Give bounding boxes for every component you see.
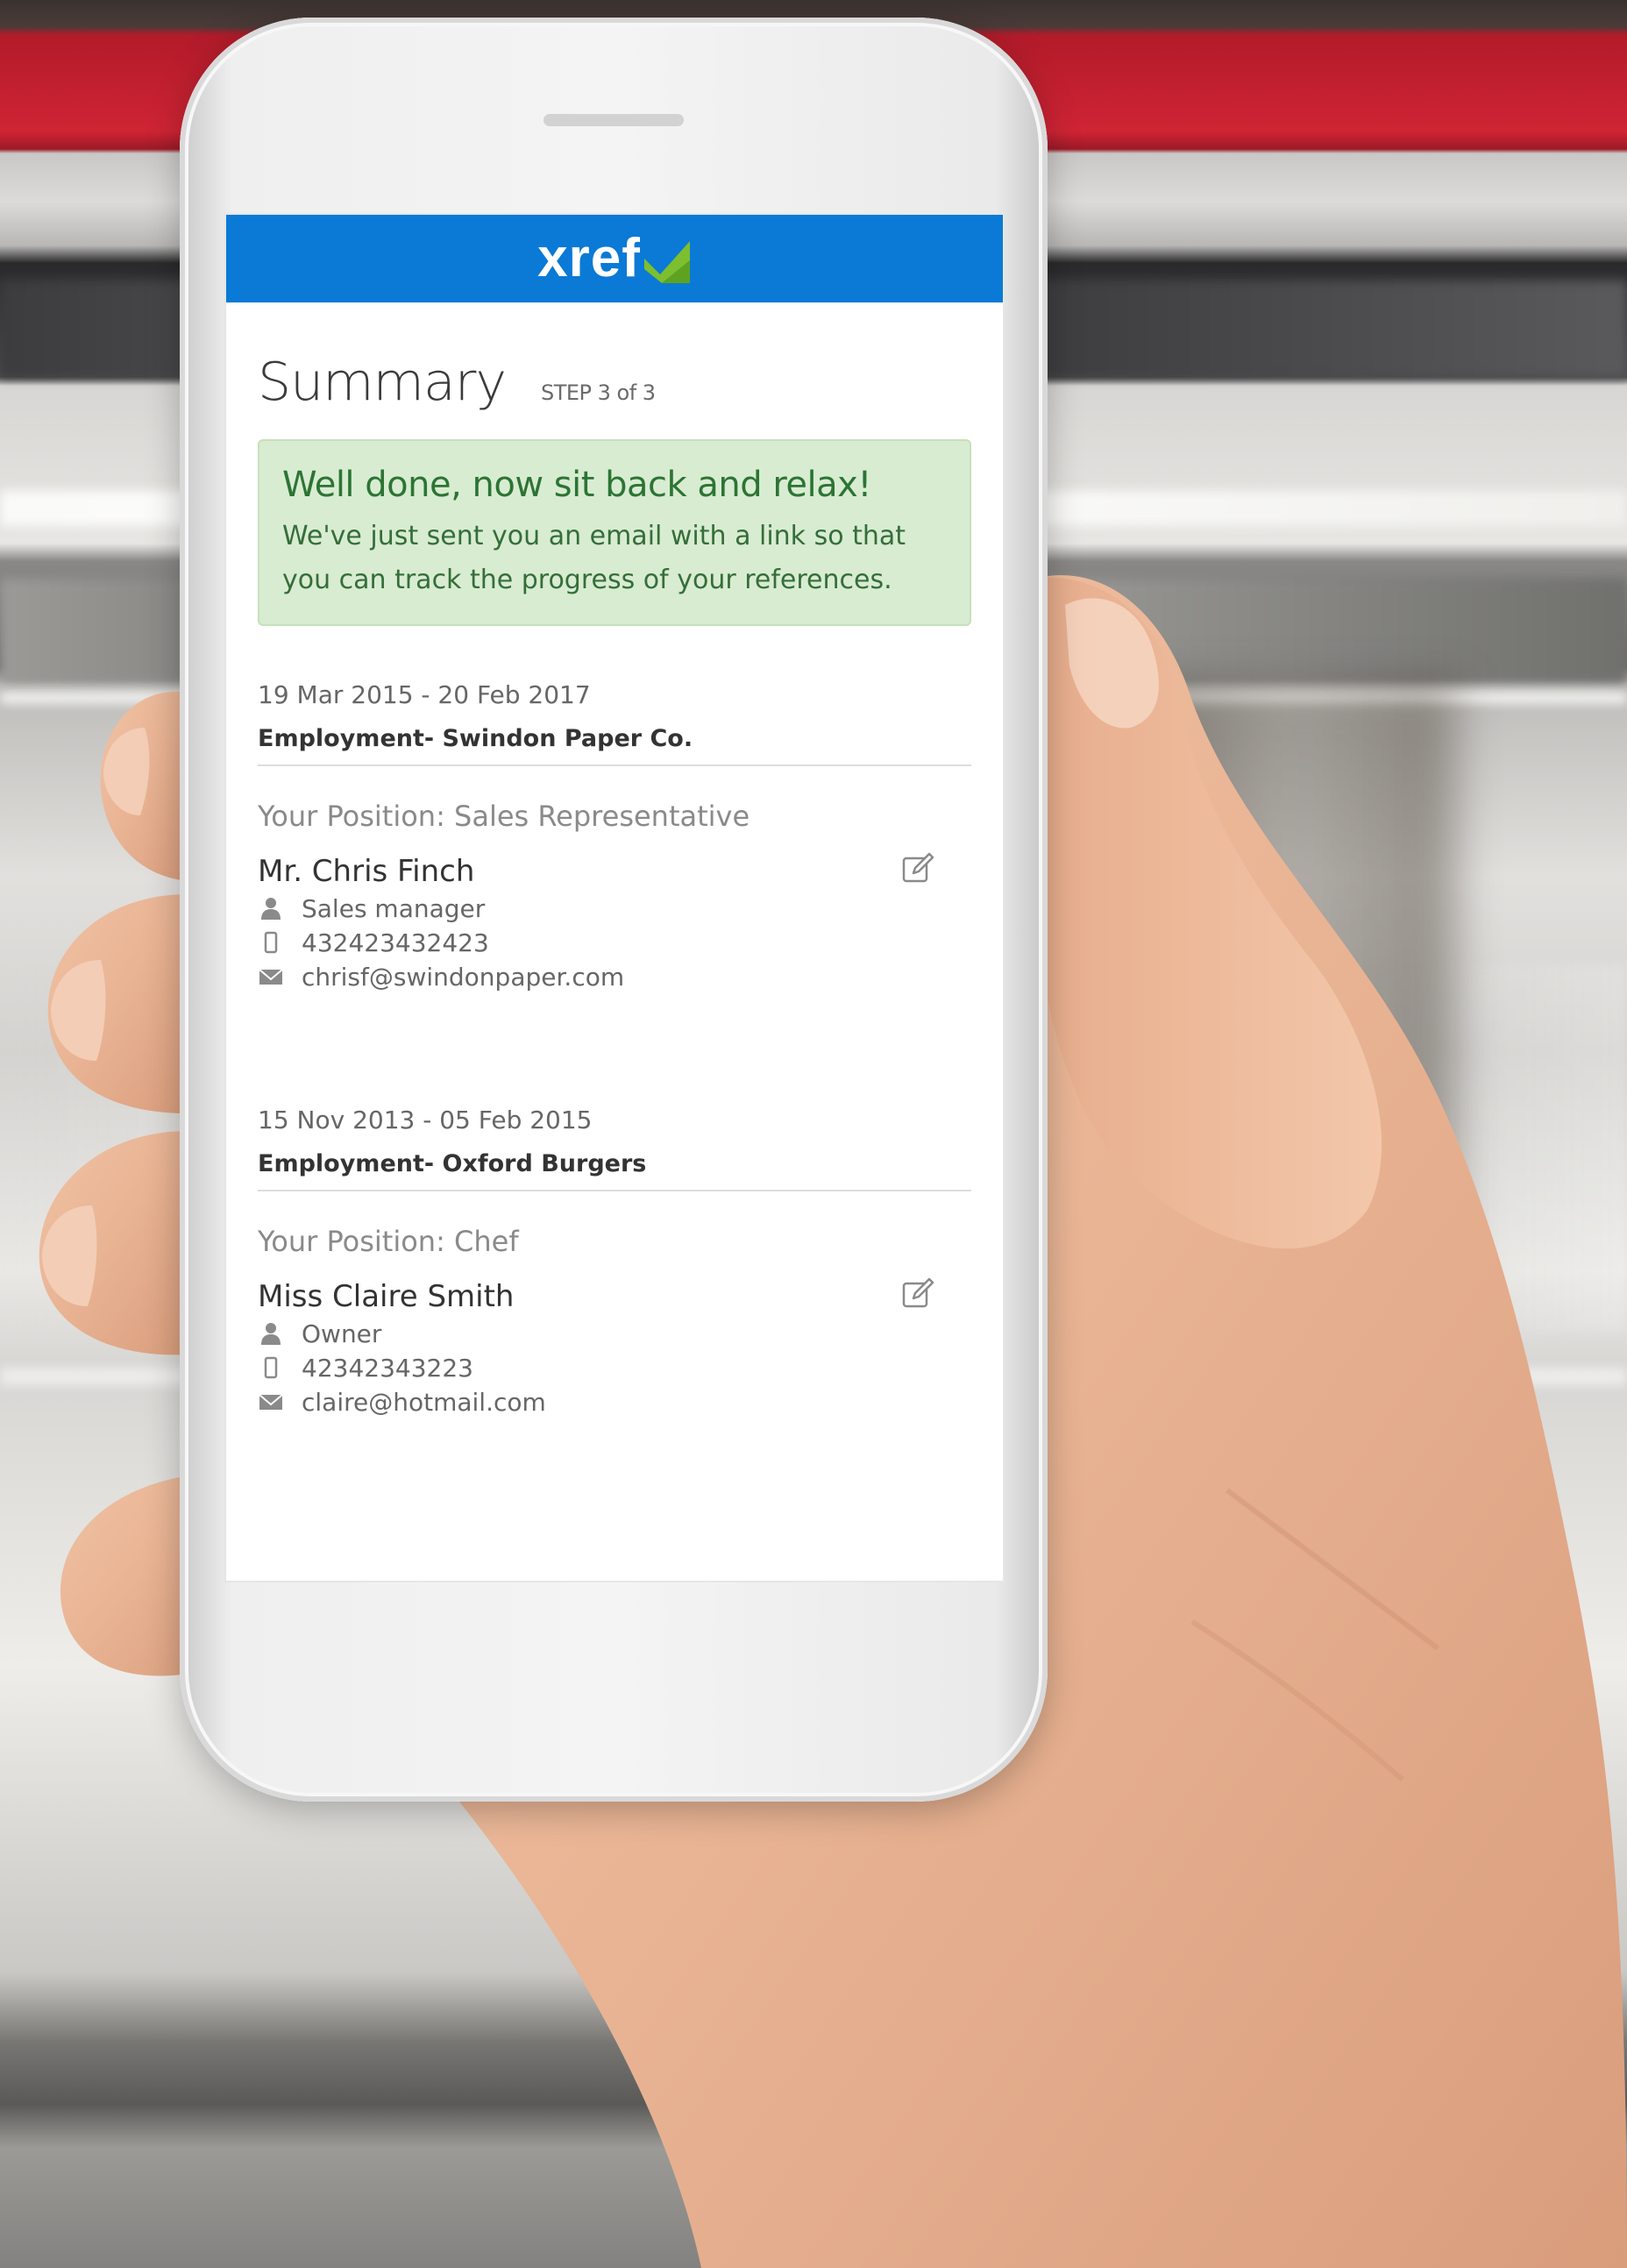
referee-email[interactable]: claire@hotmail.com [302,1388,546,1417]
envelope-icon [258,1389,284,1415]
title-row: Summary STEP 3 of 3 [258,352,971,413]
xref-logo[interactable]: xref [537,231,692,286]
train-door-shadow [1122,684,1455,1350]
step-indicator: STEP 3 of 3 [540,380,656,405]
user-icon [258,1320,284,1347]
summary-content: Summary STEP 3 of 3 Well done, now sit b… [226,352,1003,1417]
success-alert: Well done, now sit back and relax! We've… [258,439,971,626]
alert-title: Well done, now sit back and relax! [282,465,871,505]
employment-dates: 15 Nov 2013 - 05 Feb 2015 [258,1105,593,1134]
referee-name: Mr. Chris Finch [258,853,475,889]
referee-phone-row: 42342343223 [258,1354,971,1383]
app-header: xref [226,215,1003,302]
referee-role: Owner [302,1319,382,1348]
envelope-icon [258,963,284,990]
reference-entry: 15 Nov 2013 - 05 Feb 2015 Employment- Ox… [258,1106,971,1417]
employment-dates: 19 Mar 2015 - 20 Feb 2017 [258,679,591,709]
referee-row: Mr. Chris Finch [258,852,971,889]
your-position: Your Position: Chef [258,1224,519,1258]
referee-row: Miss Claire Smith [258,1276,971,1314]
phone-screen: xref Summary STEP 3 of 3 Well done, now … [226,215,1003,1581]
alert-body: We've just sent you an email with a link… [282,521,906,596]
reference-entry: 19 Mar 2015 - 20 Feb 2017 Employment- Sw… [258,680,971,992]
phone-speaker [544,114,684,126]
mobile-phone-icon [258,1354,284,1381]
referee-email-row: claire@hotmail.com [258,1388,971,1417]
referee-phone-row: 432423432423 [258,928,971,957]
referee-role: Sales manager [302,893,486,923]
referee-role-row: Owner [258,1319,971,1348]
user-icon [258,895,284,921]
employment-company: Employment- Swindon Paper Co. [258,725,971,766]
referee-email[interactable]: chrisf@swindonpaper.com [302,963,624,992]
referee-name: Miss Claire Smith [258,1278,515,1314]
checkmark-icon [643,234,692,283]
referee-phone[interactable]: 42342343223 [302,1354,473,1383]
edit-icon[interactable] [901,1276,936,1311]
page-title: Summary [258,352,507,413]
referee-role-row: Sales manager [258,894,971,923]
employment-company: Employment- Oxford Burgers [258,1150,971,1191]
mobile-phone-icon [258,929,284,956]
your-position: Your Position: Sales Representative [258,799,750,833]
referee-phone[interactable]: 432423432423 [302,928,489,957]
logo-text: xref [537,228,641,288]
referee-email-row: chrisf@swindonpaper.com [258,963,971,992]
edit-icon[interactable] [901,850,936,885]
